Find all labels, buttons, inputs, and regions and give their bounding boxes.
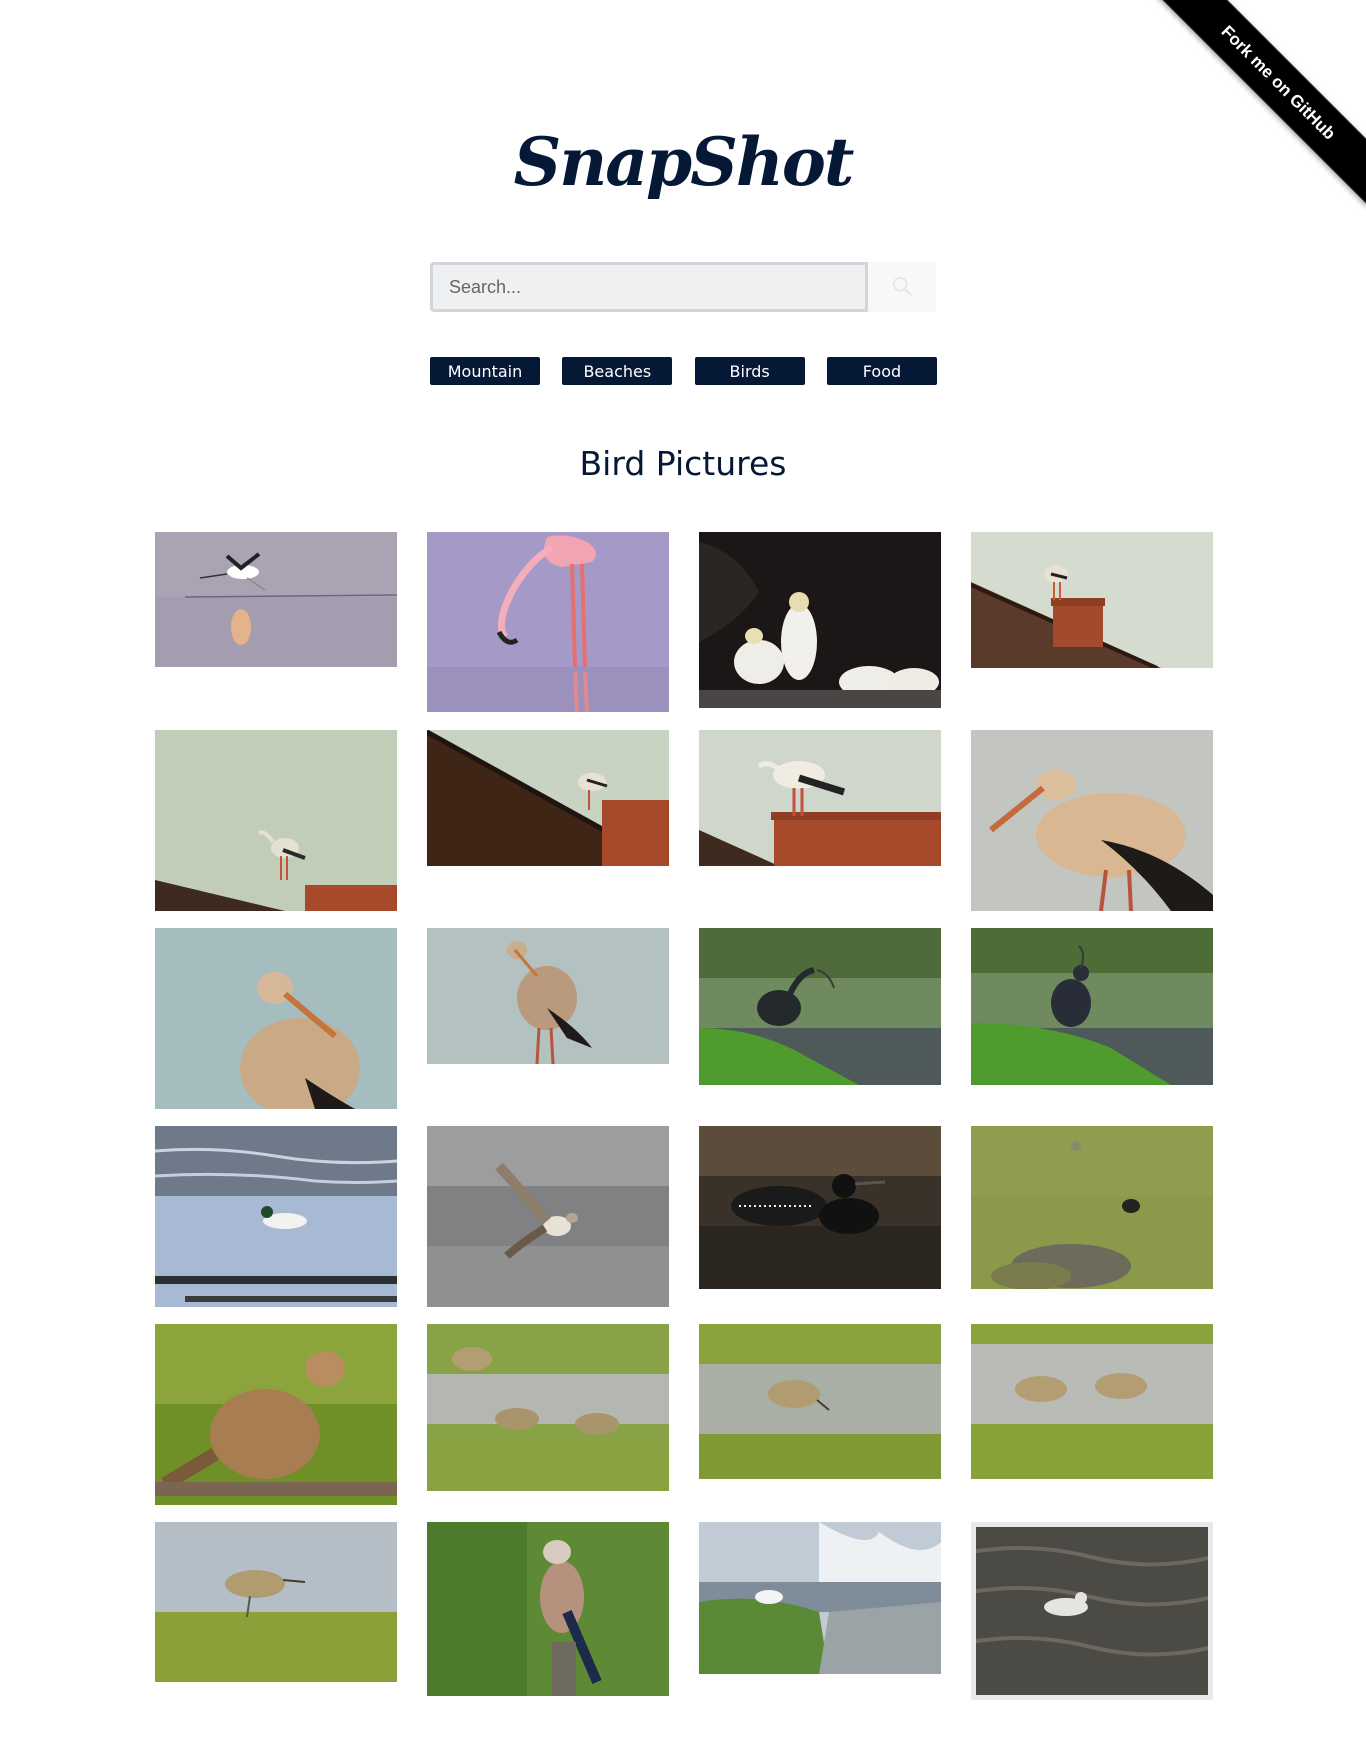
category-nav: Mountain Beaches Birds Food — [430, 357, 937, 385]
photo-stork-closeup[interactable] — [971, 730, 1213, 911]
photo-sandpiper-shore[interactable] — [155, 1522, 397, 1682]
photo-stork-roof-2[interactable] — [155, 730, 397, 911]
photo-loon[interactable] — [699, 1126, 941, 1289]
photo-gull-waves[interactable] — [971, 1522, 1213, 1700]
photo-sandpipers-pair[interactable] — [971, 1324, 1213, 1479]
photo-duck[interactable] — [155, 1126, 397, 1307]
photo-field-bird[interactable] — [971, 1126, 1213, 1289]
photo-flamingo[interactable] — [427, 532, 669, 712]
search-input[interactable] — [430, 262, 868, 312]
photo-stork-standing[interactable] — [427, 928, 669, 1064]
photo-sandpipers-wading[interactable] — [427, 1324, 669, 1491]
section-title: Bird Pictures — [579, 444, 787, 483]
photo-stork-portrait[interactable] — [155, 928, 397, 1109]
photo-ibis-2[interactable] — [971, 928, 1213, 1085]
page: Fork me on GitHub SnapShot Mountain Beac… — [0, 0, 1366, 1746]
photo-stork-roof-1[interactable] — [971, 532, 1213, 668]
photo-gannets[interactable] — [699, 532, 941, 708]
photo-jay[interactable] — [427, 1522, 669, 1696]
photo-ibis-1[interactable] — [699, 928, 941, 1085]
photo-kestrel[interactable] — [155, 1324, 397, 1505]
search-icon — [891, 275, 913, 300]
photo-sandpiper-feeding[interactable] — [699, 1324, 941, 1479]
app-logo: SnapShot — [513, 123, 855, 201]
search-form — [430, 262, 936, 312]
category-button-mountain[interactable]: Mountain — [430, 357, 540, 385]
category-button-beaches[interactable]: Beaches — [562, 357, 673, 385]
category-button-food[interactable]: Food — [826, 357, 937, 385]
photo-sandpiper-flying[interactable] — [427, 1126, 669, 1307]
photo-gull-rock[interactable] — [699, 1522, 941, 1674]
photo-stork-roof-3[interactable] — [427, 730, 669, 866]
photo-stork-chimney[interactable] — [699, 730, 941, 866]
category-button-birds[interactable]: Birds — [694, 357, 805, 385]
photo-avocet[interactable] — [155, 532, 397, 667]
search-button[interactable] — [868, 262, 936, 312]
